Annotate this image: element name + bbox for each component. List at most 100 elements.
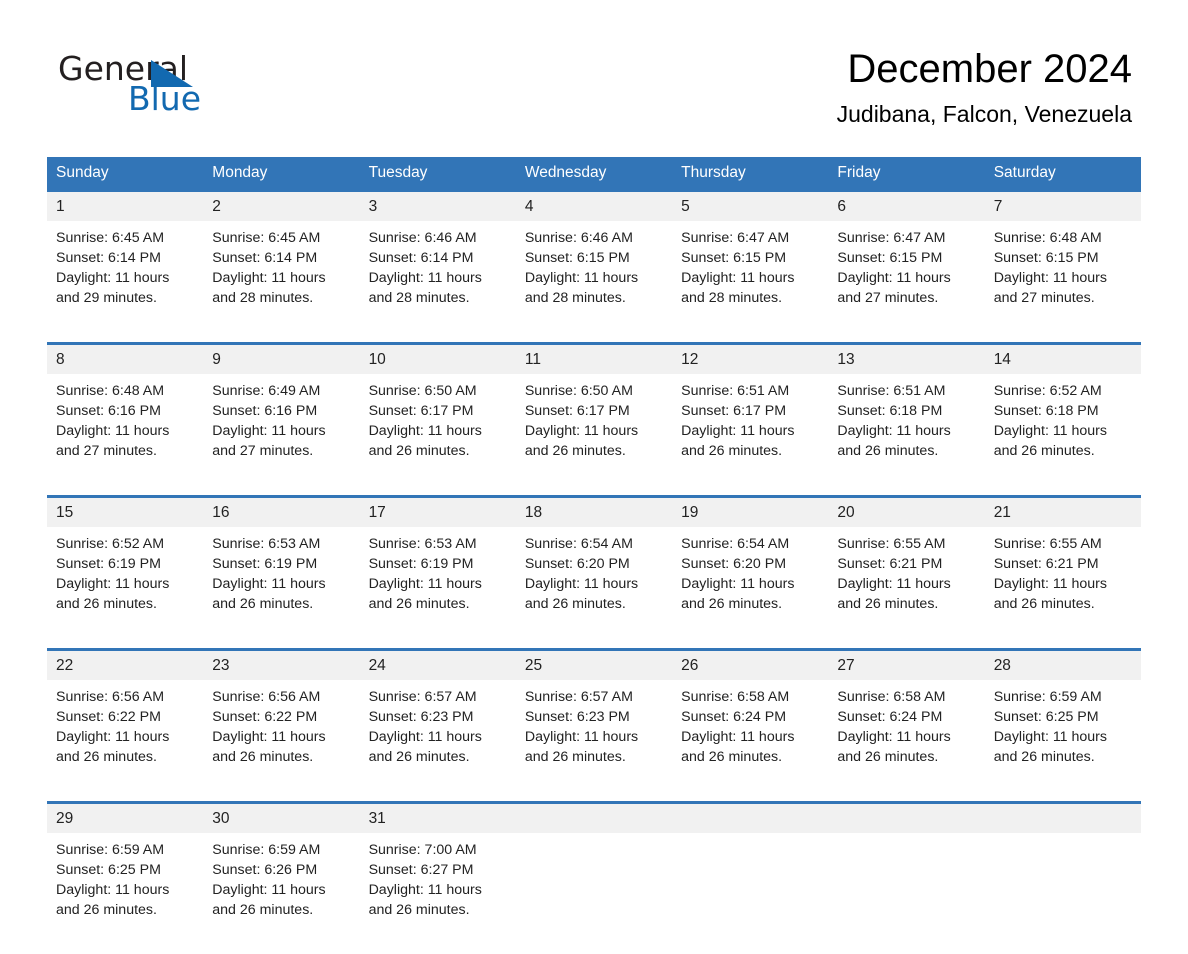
sunrise-text: Sunrise: 6:48 AM	[56, 383, 165, 399]
daylight-text: Daylight: 11 hours and 28 minutes.	[212, 270, 326, 306]
daylight-text: Daylight: 11 hours and 26 minutes.	[524, 576, 639, 612]
weekday-header-monday: Monday	[203, 157, 360, 192]
daylight-text: Daylight: 11 hours and 26 minutes.	[524, 729, 639, 765]
day-number: 16	[203, 495, 360, 527]
sunset-text: Sunset: 6:27 PM	[368, 862, 474, 878]
sunrise-text: Sunrise: 6:50 AM	[368, 383, 477, 399]
sunrise-text: Sunrise: 6:58 AM	[681, 689, 790, 705]
day-cell[interactable]: Sunrise: 6:51 AM Sunset: 6:17 PM Dayligh…	[672, 374, 829, 497]
day-cell[interactable]: Sunrise: 6:46 AM Sunset: 6:14 PM Dayligh…	[359, 221, 516, 344]
day-number: 8	[47, 342, 204, 374]
weekday-header-row: Sunday Monday Tuesday Wednesday Thursday…	[47, 157, 1141, 192]
daylight-text: Daylight: 11 hours and 28 minutes.	[681, 270, 795, 306]
day-cell[interactable]: Sunrise: 7:00 AM Sunset: 6:27 PM Dayligh…	[359, 833, 516, 954]
day-cell[interactable]: Sunrise: 6:55 AM Sunset: 6:21 PM Dayligh…	[828, 527, 985, 650]
sunrise-text: Sunrise: 6:52 AM	[56, 536, 165, 552]
week-1-date-row: 1 2 3 4 5 6 7	[47, 192, 1141, 221]
sunrise-text: Sunrise: 6:54 AM	[681, 536, 790, 552]
sunset-text: Sunset: 6:22 PM	[56, 709, 161, 725]
daylight-text: Daylight: 11 hours and 26 minutes.	[681, 423, 795, 459]
day-number: 19	[672, 495, 829, 527]
sunrise-text: Sunrise: 6:45 AM	[56, 230, 165, 246]
page-subtitle: Judibana, Falcon, Venezuela	[836, 101, 1132, 127]
sunrise-text: Sunrise: 6:51 AM	[681, 383, 790, 399]
day-cell[interactable]: Sunrise: 6:59 AM Sunset: 6:25 PM Dayligh…	[984, 680, 1141, 803]
sunset-text: Sunset: 6:18 PM	[993, 403, 1099, 419]
sunset-text: Sunset: 6:17 PM	[368, 403, 474, 419]
day-number: 7	[984, 192, 1141, 221]
day-cell[interactable]: Sunrise: 6:46 AM Sunset: 6:15 PM Dayligh…	[515, 221, 673, 344]
day-number-empty	[515, 801, 673, 833]
day-cell[interactable]: Sunrise: 6:54 AM Sunset: 6:20 PM Dayligh…	[672, 527, 829, 650]
week-3-date-row: 15 16 17 18 19 20 21	[47, 495, 1141, 527]
day-number: 30	[203, 801, 360, 833]
day-number-empty	[984, 801, 1141, 833]
generalblue-logo[interactable]: General Blue	[58, 52, 338, 122]
sunset-text: Sunset: 6:23 PM	[524, 709, 630, 725]
week-3-detail-row: Sunrise: 6:52 AM Sunset: 6:19 PM Dayligh…	[47, 527, 1141, 650]
day-cell[interactable]: Sunrise: 6:52 AM Sunset: 6:18 PM Dayligh…	[984, 374, 1141, 497]
day-cell[interactable]: Sunrise: 6:56 AM Sunset: 6:22 PM Dayligh…	[47, 680, 204, 803]
day-number: 24	[359, 648, 516, 680]
day-cell[interactable]: Sunrise: 6:55 AM Sunset: 6:21 PM Dayligh…	[984, 527, 1141, 650]
sunrise-text: Sunrise: 6:53 AM	[212, 536, 321, 552]
sunset-text: Sunset: 6:16 PM	[212, 403, 318, 419]
daylight-text: Daylight: 11 hours and 26 minutes.	[993, 423, 1107, 459]
day-number: 10	[359, 342, 516, 374]
sunset-text: Sunset: 6:15 PM	[524, 250, 630, 266]
day-number: 6	[828, 192, 985, 221]
day-number: 21	[984, 495, 1141, 527]
day-cell[interactable]: Sunrise: 6:45 AM Sunset: 6:14 PM Dayligh…	[203, 221, 360, 344]
day-cell[interactable]: Sunrise: 6:58 AM Sunset: 6:24 PM Dayligh…	[828, 680, 985, 803]
weekday-header-saturday: Saturday	[984, 157, 1141, 192]
day-cell[interactable]: Sunrise: 6:50 AM Sunset: 6:17 PM Dayligh…	[359, 374, 516, 497]
day-cell-empty	[984, 833, 1141, 954]
day-cell[interactable]: Sunrise: 6:57 AM Sunset: 6:23 PM Dayligh…	[515, 680, 673, 803]
page-title: December 2024	[847, 47, 1132, 91]
day-cell[interactable]: Sunrise: 6:48 AM Sunset: 6:16 PM Dayligh…	[47, 374, 204, 497]
week-2-detail-row: Sunrise: 6:48 AM Sunset: 6:16 PM Dayligh…	[47, 374, 1141, 497]
day-cell[interactable]: Sunrise: 6:59 AM Sunset: 6:26 PM Dayligh…	[203, 833, 360, 954]
sunrise-text: Sunrise: 6:47 AM	[837, 230, 946, 246]
sunrise-text: Sunrise: 6:55 AM	[993, 536, 1102, 552]
day-number: 23	[203, 648, 360, 680]
sunset-text: Sunset: 6:25 PM	[56, 862, 161, 878]
daylight-text: Daylight: 11 hours and 26 minutes.	[837, 423, 951, 459]
sunset-text: Sunset: 6:17 PM	[681, 403, 787, 419]
sunrise-text: Sunrise: 6:46 AM	[368, 230, 477, 246]
page-header: General Blue December 2024 Judibana, Fal…	[0, 0, 1188, 127]
day-cell[interactable]: Sunrise: 6:45 AM Sunset: 6:14 PM Dayligh…	[47, 221, 204, 344]
sunrise-text: Sunrise: 6:54 AM	[524, 536, 633, 552]
day-cell[interactable]: Sunrise: 6:53 AM Sunset: 6:19 PM Dayligh…	[203, 527, 360, 650]
daylight-text: Daylight: 11 hours and 26 minutes.	[56, 882, 170, 918]
sunrise-text: Sunrise: 6:57 AM	[524, 689, 633, 705]
sunset-text: Sunset: 6:15 PM	[681, 250, 787, 266]
day-cell[interactable]: Sunrise: 6:57 AM Sunset: 6:23 PM Dayligh…	[359, 680, 516, 803]
day-cell[interactable]: Sunrise: 6:56 AM Sunset: 6:22 PM Dayligh…	[203, 680, 360, 803]
day-cell[interactable]: Sunrise: 6:54 AM Sunset: 6:20 PM Dayligh…	[515, 527, 673, 650]
weekday-header-tuesday: Tuesday	[359, 157, 516, 192]
daylight-text: Daylight: 11 hours and 28 minutes.	[368, 270, 482, 306]
day-cell[interactable]: Sunrise: 6:47 AM Sunset: 6:15 PM Dayligh…	[672, 221, 829, 344]
sunset-text: Sunset: 6:18 PM	[837, 403, 943, 419]
sunset-text: Sunset: 6:19 PM	[212, 556, 318, 572]
day-cell[interactable]: Sunrise: 6:53 AM Sunset: 6:19 PM Dayligh…	[359, 527, 516, 650]
day-cell[interactable]: Sunrise: 6:48 AM Sunset: 6:15 PM Dayligh…	[984, 221, 1141, 344]
day-number: 2	[203, 192, 360, 221]
sunrise-text: Sunrise: 6:45 AM	[212, 230, 321, 246]
day-number: 11	[515, 342, 673, 374]
daylight-text: Daylight: 11 hours and 26 minutes.	[56, 729, 170, 765]
sunrise-text: Sunrise: 6:56 AM	[212, 689, 321, 705]
day-cell[interactable]: Sunrise: 6:59 AM Sunset: 6:25 PM Dayligh…	[47, 833, 204, 954]
sunset-text: Sunset: 6:21 PM	[837, 556, 943, 572]
daylight-text: Daylight: 11 hours and 26 minutes.	[837, 729, 951, 765]
day-number: 27	[828, 648, 985, 680]
day-cell[interactable]: Sunrise: 6:51 AM Sunset: 6:18 PM Dayligh…	[828, 374, 985, 497]
day-cell[interactable]: Sunrise: 6:52 AM Sunset: 6:19 PM Dayligh…	[47, 527, 204, 650]
day-cell[interactable]: Sunrise: 6:47 AM Sunset: 6:15 PM Dayligh…	[828, 221, 985, 344]
day-cell[interactable]: Sunrise: 6:50 AM Sunset: 6:17 PM Dayligh…	[515, 374, 673, 497]
day-cell[interactable]: Sunrise: 6:58 AM Sunset: 6:24 PM Dayligh…	[672, 680, 829, 803]
calendar-page: General Blue December 2024 Judibana, Fal…	[0, 0, 1188, 954]
sunrise-text: Sunrise: 6:52 AM	[993, 383, 1102, 399]
day-cell[interactable]: Sunrise: 6:49 AM Sunset: 6:16 PM Dayligh…	[203, 374, 360, 497]
